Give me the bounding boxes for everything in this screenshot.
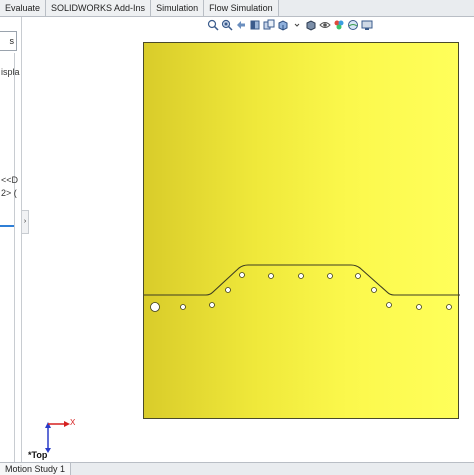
hole: [225, 287, 231, 293]
display-pane-label: ispla: [1, 67, 20, 77]
apply-scene-icon[interactable]: [347, 19, 359, 31]
hole: [371, 287, 377, 293]
tab-evaluate[interactable]: Evaluate: [0, 0, 47, 16]
bend-profile-edge: [144, 264, 460, 296]
part-edges: [144, 264, 460, 312]
hole: [180, 304, 186, 310]
dynamic-annotation-icon[interactable]: [263, 19, 275, 31]
tab-solidworks-add-ins[interactable]: SOLIDWORKS Add-Ins: [46, 0, 152, 16]
view-name-label: *Top: [28, 450, 48, 460]
hole: [355, 273, 361, 279]
triad-x-label: X: [70, 418, 76, 427]
tree-selection-highlight: [0, 225, 14, 227]
panel-expand-arrow-icon[interactable]: ›: [21, 210, 29, 234]
heads-up-view-toolbar: [207, 17, 373, 33]
zoom-area-icon[interactable]: [221, 19, 233, 31]
hole: [209, 302, 215, 308]
reference-triad: X: [40, 418, 76, 454]
hole: [327, 273, 333, 279]
tree-item-default[interactable]: <<D: [1, 175, 18, 185]
hole: [239, 272, 245, 278]
zoom-to-fit-icon[interactable]: [207, 19, 219, 31]
tab-flow-simulation[interactable]: Flow Simulation: [204, 0, 279, 16]
display-style-icon[interactable]: [305, 19, 317, 31]
edit-appearance-icon[interactable]: [333, 19, 345, 31]
panel-collapsed-field[interactable]: s: [0, 31, 17, 51]
dropdown-caret-icon[interactable]: [291, 19, 303, 31]
tab-simulation[interactable]: Simulation: [151, 0, 205, 16]
sheet-metal-part[interactable]: [143, 42, 460, 419]
large-hole: [150, 302, 160, 312]
feature-manager-panel: s ispla <<D 2> (: [0, 17, 22, 463]
hole: [268, 273, 274, 279]
hole: [446, 304, 452, 310]
view-settings-icon[interactable]: [361, 19, 373, 31]
hole: [298, 273, 304, 279]
bottom-tab-bar: Motion Study 1: [0, 462, 474, 475]
section-view-icon[interactable]: [249, 19, 261, 31]
tab-motion-study-1[interactable]: Motion Study 1: [0, 463, 72, 475]
tree-item-config[interactable]: 2> (: [1, 188, 17, 198]
command-manager-tabs: Evaluate SOLIDWORKS Add-Ins Simulation F…: [0, 0, 474, 17]
hole: [416, 304, 422, 310]
hide-show-items-icon[interactable]: [319, 19, 331, 31]
panel-divider: [0, 53, 15, 463]
hole: [386, 302, 392, 308]
previous-view-icon[interactable]: [235, 19, 247, 31]
view-orientation-icon[interactable]: [277, 19, 289, 31]
